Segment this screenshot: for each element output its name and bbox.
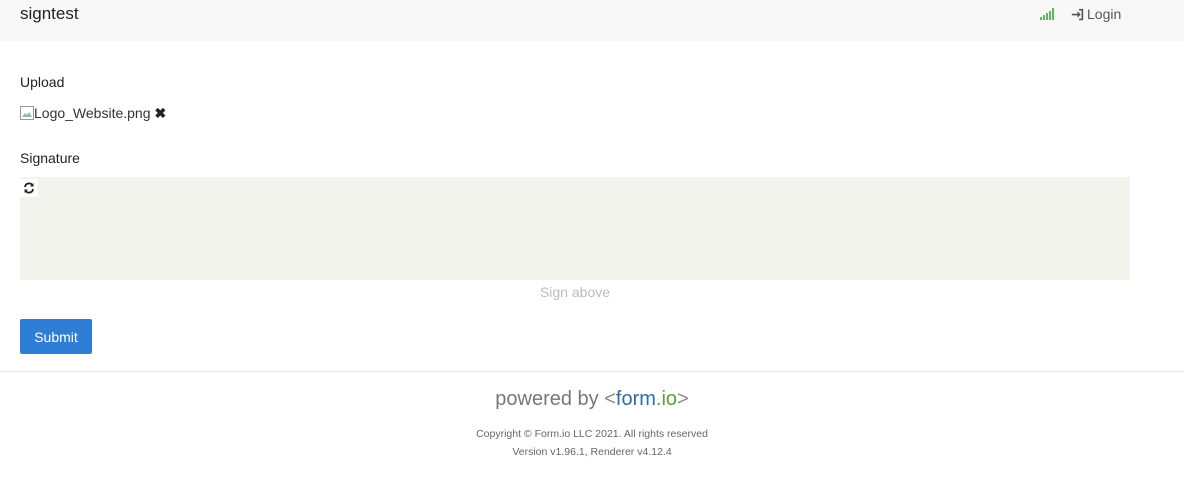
powered-by: powered by <form.io> bbox=[0, 388, 1184, 411]
refresh-button[interactable] bbox=[20, 179, 38, 197]
upload-label: Upload bbox=[20, 74, 65, 90]
signal-icon bbox=[1040, 8, 1054, 20]
logo-gt: > bbox=[677, 388, 689, 410]
submit-button[interactable]: Submit bbox=[20, 319, 92, 354]
login-link[interactable]: Login bbox=[1071, 6, 1121, 22]
remove-icon[interactable]: ✖ bbox=[155, 106, 167, 120]
sign-in-icon bbox=[1071, 8, 1084, 20]
signature-label: Signature bbox=[20, 150, 80, 166]
copyright-text: Copyright © Form.io LLC 2021. All rights… bbox=[476, 428, 708, 440]
navbar: signtest Login bbox=[0, 0, 1184, 41]
refresh-icon bbox=[24, 182, 34, 194]
version-text: Version v1.96.1, Renderer v4.12.4 bbox=[512, 446, 672, 458]
powered-prefix: powered by bbox=[495, 388, 599, 410]
logo-form: form bbox=[615, 388, 656, 410]
footer-divider bbox=[0, 371, 1184, 372]
broken-image-icon bbox=[20, 106, 34, 120]
file-name: Logo_Website.png bbox=[34, 105, 151, 121]
brand-title[interactable]: signtest bbox=[20, 4, 79, 24]
formio-logo[interactable]: <form.io> bbox=[604, 388, 689, 410]
uploaded-file: Logo_Website.png ✖ bbox=[20, 105, 166, 121]
login-label: Login bbox=[1087, 6, 1122, 22]
logo-io: .io bbox=[655, 388, 678, 410]
signature-pad[interactable] bbox=[20, 177, 1130, 280]
signature-hint: Sign above bbox=[539, 284, 611, 300]
logo-lt: < bbox=[604, 388, 616, 410]
